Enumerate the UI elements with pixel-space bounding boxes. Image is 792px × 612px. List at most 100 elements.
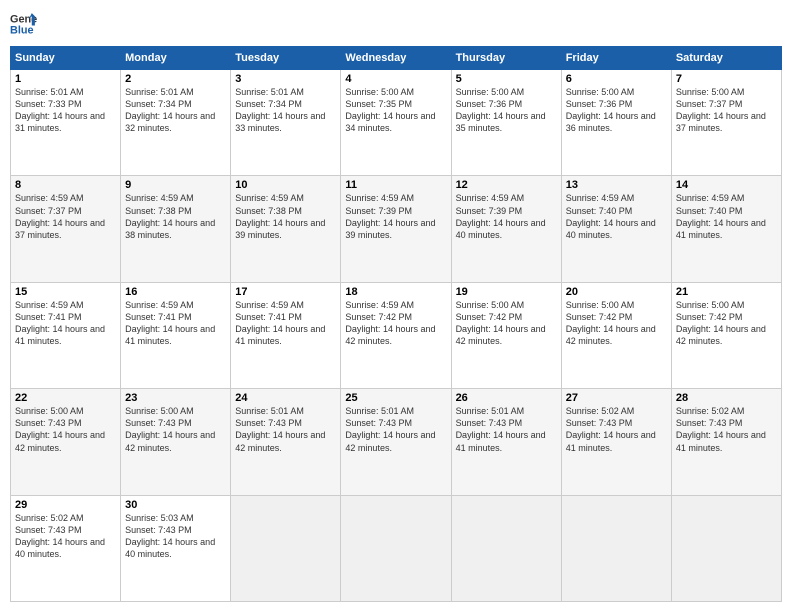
calendar-cell: 3 Sunrise: 5:01 AM Sunset: 7:34 PM Dayli… xyxy=(231,70,341,176)
day-info: Sunrise: 5:00 AM Sunset: 7:43 PM Dayligh… xyxy=(125,405,226,454)
weekday-header-tuesday: Tuesday xyxy=(231,47,341,70)
calendar-cell: 11 Sunrise: 4:59 AM Sunset: 7:39 PM Dayl… xyxy=(341,176,451,282)
calendar-cell xyxy=(231,495,341,601)
day-number: 10 xyxy=(235,179,336,191)
day-number: 13 xyxy=(566,179,667,191)
day-number: 23 xyxy=(125,392,226,404)
svg-text:Blue: Blue xyxy=(10,24,34,36)
day-number: 22 xyxy=(15,392,116,404)
calendar-cell: 6 Sunrise: 5:00 AM Sunset: 7:36 PM Dayli… xyxy=(561,70,671,176)
calendar-cell: 23 Sunrise: 5:00 AM Sunset: 7:43 PM Dayl… xyxy=(121,389,231,495)
day-info: Sunrise: 4:59 AM Sunset: 7:37 PM Dayligh… xyxy=(15,192,116,241)
day-number: 11 xyxy=(345,179,446,191)
calendar-cell: 8 Sunrise: 4:59 AM Sunset: 7:37 PM Dayli… xyxy=(11,176,121,282)
logo-icon: General Blue xyxy=(10,10,38,38)
calendar-cell xyxy=(451,495,561,601)
day-number: 30 xyxy=(125,499,226,511)
calendar-cell: 26 Sunrise: 5:01 AM Sunset: 7:43 PM Dayl… xyxy=(451,389,561,495)
day-info: Sunrise: 5:01 AM Sunset: 7:43 PM Dayligh… xyxy=(345,405,446,454)
day-number: 15 xyxy=(15,286,116,298)
day-info: Sunrise: 4:59 AM Sunset: 7:38 PM Dayligh… xyxy=(125,192,226,241)
calendar-cell: 25 Sunrise: 5:01 AM Sunset: 7:43 PM Dayl… xyxy=(341,389,451,495)
day-info: Sunrise: 5:02 AM Sunset: 7:43 PM Dayligh… xyxy=(566,405,667,454)
day-info: Sunrise: 5:02 AM Sunset: 7:43 PM Dayligh… xyxy=(676,405,777,454)
day-number: 18 xyxy=(345,286,446,298)
day-number: 26 xyxy=(456,392,557,404)
day-info: Sunrise: 5:00 AM Sunset: 7:42 PM Dayligh… xyxy=(456,299,557,348)
weekday-header-thursday: Thursday xyxy=(451,47,561,70)
calendar-cell: 12 Sunrise: 4:59 AM Sunset: 7:39 PM Dayl… xyxy=(451,176,561,282)
day-info: Sunrise: 4:59 AM Sunset: 7:40 PM Dayligh… xyxy=(566,192,667,241)
calendar-cell xyxy=(341,495,451,601)
day-info: Sunrise: 5:00 AM Sunset: 7:37 PM Dayligh… xyxy=(676,86,777,135)
calendar-cell: 28 Sunrise: 5:02 AM Sunset: 7:43 PM Dayl… xyxy=(671,389,781,495)
weekday-header-sunday: Sunday xyxy=(11,47,121,70)
day-number: 28 xyxy=(676,392,777,404)
calendar-cell: 9 Sunrise: 4:59 AM Sunset: 7:38 PM Dayli… xyxy=(121,176,231,282)
day-number: 19 xyxy=(456,286,557,298)
calendar-cell: 19 Sunrise: 5:00 AM Sunset: 7:42 PM Dayl… xyxy=(451,282,561,388)
day-number: 8 xyxy=(15,179,116,191)
calendar-cell: 16 Sunrise: 4:59 AM Sunset: 7:41 PM Dayl… xyxy=(121,282,231,388)
calendar-cell: 4 Sunrise: 5:00 AM Sunset: 7:35 PM Dayli… xyxy=(341,70,451,176)
calendar-cell: 27 Sunrise: 5:02 AM Sunset: 7:43 PM Dayl… xyxy=(561,389,671,495)
calendar-cell: 1 Sunrise: 5:01 AM Sunset: 7:33 PM Dayli… xyxy=(11,70,121,176)
calendar-cell: 17 Sunrise: 4:59 AM Sunset: 7:41 PM Dayl… xyxy=(231,282,341,388)
day-number: 2 xyxy=(125,73,226,85)
day-info: Sunrise: 5:03 AM Sunset: 7:43 PM Dayligh… xyxy=(125,512,226,561)
day-number: 24 xyxy=(235,392,336,404)
weekday-header-saturday: Saturday xyxy=(671,47,781,70)
calendar-cell: 20 Sunrise: 5:00 AM Sunset: 7:42 PM Dayl… xyxy=(561,282,671,388)
day-info: Sunrise: 5:01 AM Sunset: 7:43 PM Dayligh… xyxy=(456,405,557,454)
day-info: Sunrise: 5:00 AM Sunset: 7:36 PM Dayligh… xyxy=(566,86,667,135)
calendar-cell: 5 Sunrise: 5:00 AM Sunset: 7:36 PM Dayli… xyxy=(451,70,561,176)
day-info: Sunrise: 4:59 AM Sunset: 7:39 PM Dayligh… xyxy=(345,192,446,241)
day-number: 27 xyxy=(566,392,667,404)
weekday-header-wednesday: Wednesday xyxy=(341,47,451,70)
day-info: Sunrise: 5:01 AM Sunset: 7:33 PM Dayligh… xyxy=(15,86,116,135)
calendar-cell: 15 Sunrise: 4:59 AM Sunset: 7:41 PM Dayl… xyxy=(11,282,121,388)
day-info: Sunrise: 5:00 AM Sunset: 7:43 PM Dayligh… xyxy=(15,405,116,454)
calendar-cell: 14 Sunrise: 4:59 AM Sunset: 7:40 PM Dayl… xyxy=(671,176,781,282)
calendar-cell xyxy=(671,495,781,601)
day-number: 3 xyxy=(235,73,336,85)
weekday-header-monday: Monday xyxy=(121,47,231,70)
day-info: Sunrise: 5:01 AM Sunset: 7:34 PM Dayligh… xyxy=(235,86,336,135)
calendar-cell: 13 Sunrise: 4:59 AM Sunset: 7:40 PM Dayl… xyxy=(561,176,671,282)
day-number: 12 xyxy=(456,179,557,191)
day-info: Sunrise: 4:59 AM Sunset: 7:41 PM Dayligh… xyxy=(235,299,336,348)
day-info: Sunrise: 5:01 AM Sunset: 7:34 PM Dayligh… xyxy=(125,86,226,135)
weekday-header-friday: Friday xyxy=(561,47,671,70)
calendar-table: SundayMondayTuesdayWednesdayThursdayFrid… xyxy=(10,46,782,602)
day-number: 29 xyxy=(15,499,116,511)
day-info: Sunrise: 5:01 AM Sunset: 7:43 PM Dayligh… xyxy=(235,405,336,454)
day-info: Sunrise: 4:59 AM Sunset: 7:42 PM Dayligh… xyxy=(345,299,446,348)
day-number: 6 xyxy=(566,73,667,85)
day-number: 14 xyxy=(676,179,777,191)
calendar-cell: 30 Sunrise: 5:03 AM Sunset: 7:43 PM Dayl… xyxy=(121,495,231,601)
day-info: Sunrise: 5:00 AM Sunset: 7:35 PM Dayligh… xyxy=(345,86,446,135)
calendar-cell: 21 Sunrise: 5:00 AM Sunset: 7:42 PM Dayl… xyxy=(671,282,781,388)
day-number: 5 xyxy=(456,73,557,85)
day-number: 1 xyxy=(15,73,116,85)
calendar-cell: 24 Sunrise: 5:01 AM Sunset: 7:43 PM Dayl… xyxy=(231,389,341,495)
logo: General Blue xyxy=(10,10,38,38)
day-info: Sunrise: 4:59 AM Sunset: 7:38 PM Dayligh… xyxy=(235,192,336,241)
day-number: 17 xyxy=(235,286,336,298)
calendar-cell: 29 Sunrise: 5:02 AM Sunset: 7:43 PM Dayl… xyxy=(11,495,121,601)
day-info: Sunrise: 4:59 AM Sunset: 7:39 PM Dayligh… xyxy=(456,192,557,241)
day-number: 7 xyxy=(676,73,777,85)
day-info: Sunrise: 4:59 AM Sunset: 7:40 PM Dayligh… xyxy=(676,192,777,241)
calendar-cell: 7 Sunrise: 5:00 AM Sunset: 7:37 PM Dayli… xyxy=(671,70,781,176)
calendar-cell: 2 Sunrise: 5:01 AM Sunset: 7:34 PM Dayli… xyxy=(121,70,231,176)
calendar-cell: 22 Sunrise: 5:00 AM Sunset: 7:43 PM Dayl… xyxy=(11,389,121,495)
day-number: 21 xyxy=(676,286,777,298)
day-info: Sunrise: 5:00 AM Sunset: 7:42 PM Dayligh… xyxy=(566,299,667,348)
day-info: Sunrise: 5:02 AM Sunset: 7:43 PM Dayligh… xyxy=(15,512,116,561)
calendar-cell xyxy=(561,495,671,601)
calendar-cell: 10 Sunrise: 4:59 AM Sunset: 7:38 PM Dayl… xyxy=(231,176,341,282)
calendar-cell: 18 Sunrise: 4:59 AM Sunset: 7:42 PM Dayl… xyxy=(341,282,451,388)
day-info: Sunrise: 5:00 AM Sunset: 7:36 PM Dayligh… xyxy=(456,86,557,135)
day-number: 4 xyxy=(345,73,446,85)
day-number: 20 xyxy=(566,286,667,298)
